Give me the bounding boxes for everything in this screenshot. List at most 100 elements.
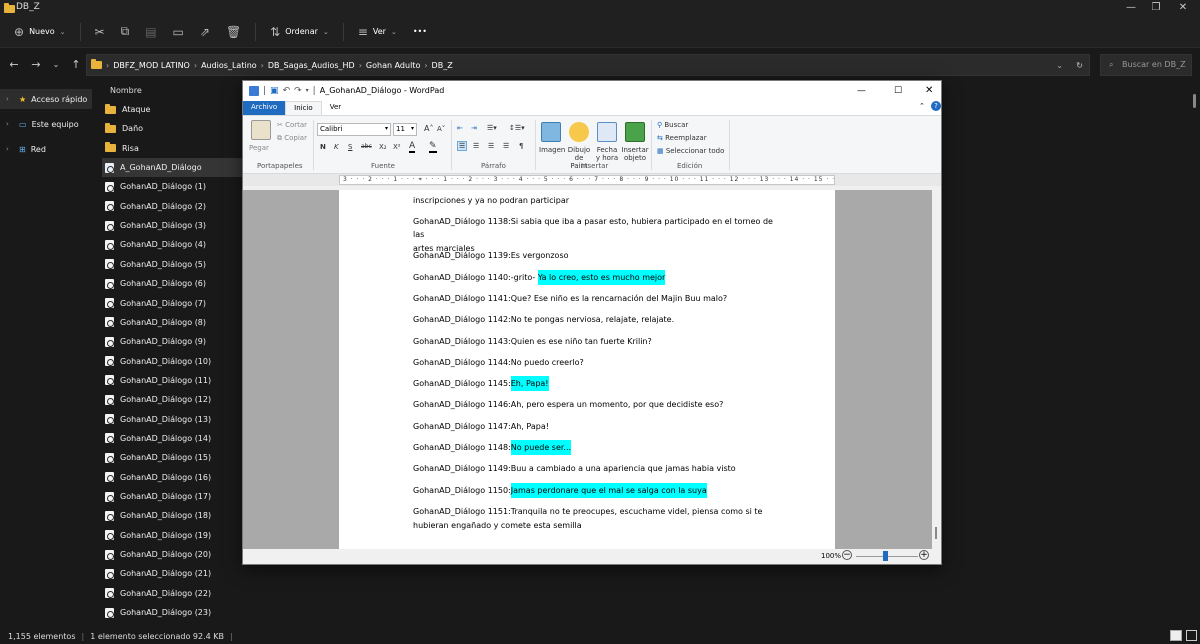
- file-list-item[interactable]: GohanAD_Diálogo (12): [102, 390, 242, 409]
- column-header-name[interactable]: Nombre: [110, 86, 142, 95]
- file-list-item[interactable]: GohanAD_Diálogo (16): [102, 468, 242, 487]
- font-size-select[interactable]: 11 ▾: [393, 123, 417, 136]
- chevron-right-icon[interactable]: ›: [6, 95, 14, 103]
- calendar-icon[interactable]: [597, 122, 617, 142]
- paint-drawing-icon[interactable]: [569, 122, 589, 142]
- search-box[interactable]: ⌕ Buscar en DB_Z: [1100, 54, 1192, 76]
- document-page[interactable]: inscripciones y ya no podran participar G…: [339, 190, 835, 549]
- breadcrumb-item[interactable]: Gohan Adulto: [366, 61, 420, 70]
- delete-button[interactable]: 🗑: [218, 20, 249, 44]
- bold-button[interactable]: N: [320, 143, 326, 151]
- file-list-item[interactable]: GohanAD_Diálogo (1): [102, 177, 242, 196]
- zoom-out-button[interactable]: −: [842, 550, 852, 560]
- superscript-button[interactable]: X²: [393, 143, 401, 151]
- insert-datetime-button[interactable]: Fecha y hora: [595, 146, 619, 162]
- decrease-indent-button[interactable]: ⇤: [457, 124, 463, 132]
- insert-object-button[interactable]: Insertar objeto: [621, 146, 649, 162]
- cut-button[interactable]: ✂: [87, 20, 113, 44]
- align-center-button[interactable]: ☰: [473, 142, 479, 150]
- file-list-item[interactable]: Daño: [102, 119, 242, 138]
- file-list-item[interactable]: GohanAD_Diálogo (19): [102, 526, 242, 545]
- file-list-item[interactable]: GohanAD_Diálogo (20): [102, 545, 242, 564]
- zoom-slider-thumb[interactable]: [883, 551, 888, 561]
- breadcrumb-item[interactable]: DB_Z: [432, 61, 453, 70]
- breadcrumb-item[interactable]: Audios_Latino: [201, 61, 257, 70]
- paste-icon[interactable]: [251, 120, 271, 140]
- zoom-in-button[interactable]: +: [919, 550, 929, 560]
- help-icon[interactable]: ?: [931, 101, 941, 111]
- strikethrough-button[interactable]: abc: [361, 143, 372, 150]
- subscript-button[interactable]: X₂: [379, 143, 387, 151]
- recent-button[interactable]: ⌄: [46, 60, 66, 69]
- address-dropdown-icon[interactable]: ⌄: [1056, 61, 1063, 70]
- more-button[interactable]: •••: [405, 20, 435, 44]
- scrollbar[interactable]: [1193, 94, 1196, 108]
- file-list-item[interactable]: GohanAD_Diálogo (22): [102, 584, 242, 603]
- view-button[interactable]: ≡ Ver ⌄: [350, 20, 405, 44]
- wp-minimize-button[interactable]: —: [857, 86, 866, 96]
- save-icon[interactable]: ▣: [270, 86, 279, 96]
- text-color-button[interactable]: A: [409, 141, 416, 153]
- file-list-item[interactable]: GohanAD_Diálogo (17): [102, 487, 242, 506]
- file-list-item[interactable]: GohanAD_Diálogo (8): [102, 313, 242, 332]
- file-list-item[interactable]: A_GohanAD_Diálogo: [102, 158, 242, 178]
- increase-indent-button[interactable]: ⇥: [471, 124, 477, 132]
- paste-button[interactable]: Pegar: [249, 144, 269, 152]
- tiles-view-icon[interactable]: [1186, 630, 1197, 641]
- breadcrumb-item[interactable]: DBFZ_MOD LATINO: [113, 61, 190, 70]
- file-list-item[interactable]: GohanAD_Diálogo (18): [102, 506, 242, 525]
- copy-button[interactable]: ⧉ Copiar: [277, 134, 307, 143]
- file-list-item[interactable]: GohanAD_Diálogo (7): [102, 294, 242, 313]
- insert-image-button[interactable]: Imagen: [539, 146, 565, 154]
- chevron-right-icon[interactable]: ›: [6, 120, 14, 128]
- file-list-item[interactable]: GohanAD_Diálogo (21): [102, 564, 242, 583]
- tab-file[interactable]: Archivo: [243, 101, 286, 115]
- tab-home[interactable]: Inicio: [285, 101, 322, 115]
- details-view-icon[interactable]: [1170, 630, 1182, 641]
- align-right-button[interactable]: ☰: [488, 142, 494, 150]
- file-list-item[interactable]: GohanAD_Diálogo (2): [102, 197, 242, 216]
- up-button[interactable]: ↑: [66, 58, 86, 71]
- file-list-item[interactable]: GohanAD_Diálogo (10): [102, 352, 242, 371]
- file-list-item[interactable]: GohanAD_Diálogo (14): [102, 429, 242, 448]
- paragraph-settings-button[interactable]: ¶: [519, 142, 523, 150]
- customize-qat-icon[interactable]: ▾: [306, 87, 309, 94]
- sidebar-item-network[interactable]: › ⊞ Red: [0, 139, 92, 159]
- copy-button[interactable]: ⧉: [113, 20, 138, 44]
- wp-close-button[interactable]: ✕: [925, 85, 933, 96]
- file-list-item[interactable]: GohanAD_Diálogo (15): [102, 448, 242, 467]
- paste-button[interactable]: ▤: [137, 20, 164, 44]
- object-icon[interactable]: [625, 122, 645, 142]
- rename-button[interactable]: ▭: [165, 20, 192, 44]
- highlight-color-button[interactable]: ✎: [429, 141, 437, 153]
- file-list-item[interactable]: Risa: [102, 139, 242, 158]
- image-icon[interactable]: [541, 122, 561, 142]
- share-button[interactable]: ⇗: [192, 20, 218, 44]
- breadcrumb-item[interactable]: DB_Sagas_Audios_HD: [268, 61, 355, 70]
- file-list-item[interactable]: GohanAD_Diálogo (11): [102, 371, 242, 390]
- replace-button[interactable]: ⇆ Reemplazar: [657, 134, 707, 142]
- back-button[interactable]: ←: [4, 58, 24, 71]
- scrollbar-thumb[interactable]: [935, 527, 937, 539]
- file-list-item[interactable]: GohanAD_Diálogo (3): [102, 216, 242, 235]
- forward-button[interactable]: →: [26, 58, 46, 71]
- chevron-right-icon[interactable]: ›: [6, 145, 14, 153]
- justify-button[interactable]: ☰: [503, 142, 509, 150]
- sidebar-item-this-pc[interactable]: › ▭ Este equipo: [0, 114, 92, 134]
- ruler[interactable]: 3 · · · 2 · · · 1 · · · ⌖ · · · 1 · · · …: [243, 174, 941, 186]
- underline-button[interactable]: S: [348, 143, 352, 151]
- cut-button[interactable]: ✂ Cortar: [277, 121, 307, 129]
- bullets-button[interactable]: ☰▾: [487, 124, 497, 132]
- address-bar[interactable]: › DBFZ_MOD LATINO › Audios_Latino › DB_S…: [86, 54, 1090, 76]
- italic-button[interactable]: K: [334, 143, 339, 151]
- sort-button[interactable]: ⇅ Ordenar ⌄: [262, 20, 337, 44]
- tab-view[interactable]: Ver: [322, 101, 349, 115]
- file-list-item[interactable]: GohanAD_Diálogo (9): [102, 332, 242, 351]
- new-button[interactable]: ⊕ Nuevo ⌄: [6, 20, 74, 44]
- select-all-button[interactable]: ▦ Seleccionar todo: [657, 147, 724, 155]
- sidebar-item-quick-access[interactable]: › ★ Acceso rápido: [0, 89, 92, 109]
- file-list-item[interactable]: GohanAD_Diálogo (23): [102, 603, 242, 622]
- redo-icon[interactable]: ↷: [294, 86, 302, 96]
- line-spacing-button[interactable]: ↕☰▾: [509, 124, 525, 132]
- file-list-item[interactable]: GohanAD_Diálogo (4): [102, 235, 242, 254]
